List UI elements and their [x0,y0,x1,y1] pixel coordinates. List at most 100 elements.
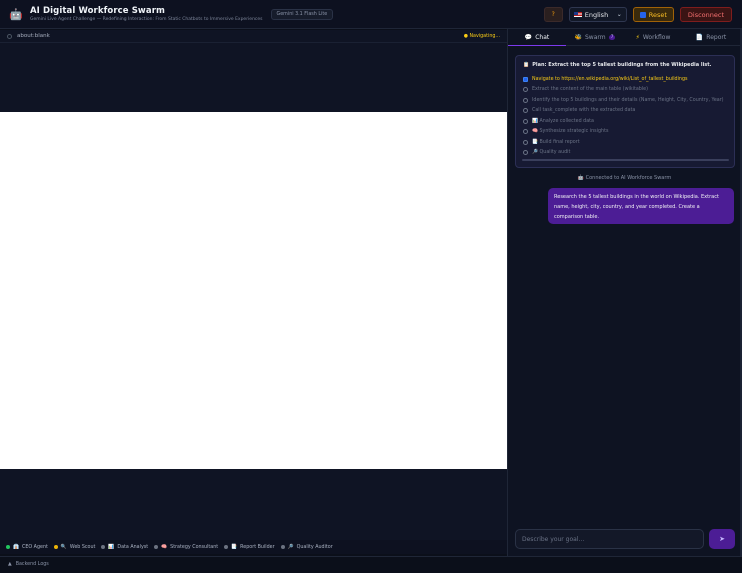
tab-report[interactable]: 📄 Report [682,29,740,45]
plan-step-text: Identify the top 5 buildings and their d… [532,97,724,103]
send-icon: ➤ [719,536,725,543]
app-title: AI Digital Workforce Swarm [30,6,165,16]
tab-workflow-label: Workflow [642,33,671,41]
plan-step: Identify the top 5 buildings and their d… [523,95,727,106]
backend-logs-label: Backend Logs [15,561,49,567]
help-button[interactable]: ? [543,7,563,22]
tab-report-label: Report [706,33,727,41]
plan-title: 📋 Plan: Extract the top 5 tallest buildi… [523,62,727,68]
plan-step: 🧠 Synthesize strategic insights [523,127,727,138]
reset-label: Reset [648,10,667,19]
plan-step: Call task_complete with the extracted da… [523,106,727,117]
agent-icon: 👔 [13,544,19,550]
browser-url: about:blank [17,33,50,39]
plan-step-text: 🧠 Synthesize strategic insights [532,129,609,135]
disconnect-button[interactable]: Disconnect [679,7,732,22]
status-dot-icon [224,545,229,549]
clipboard-icon: 📋 [523,62,530,68]
chat-input-row: ➤ [515,529,735,549]
plan-step: 📊 Analyze collected data [523,116,727,127]
pending-circle-icon [523,139,528,145]
browser-url-bar: about:blank ● Navigating... [0,30,507,43]
agent-label: Web Scout [69,544,96,550]
chevron-down-icon: ⌄ [616,11,622,18]
user-message: Research the 5 tallest buildings in the … [548,188,734,224]
language-value: English [584,10,609,19]
agent-label: Data Analyst [117,544,149,550]
pending-circle-icon [523,129,528,135]
app-header: 🤖 AI Digital Workforce Swarm Gemini Live… [0,0,742,29]
agent-status-item[interactable]: 👔 CEO Agent [6,545,48,550]
pending-circle-icon [523,108,528,114]
tab-chat-label: Chat [535,33,550,41]
globe-icon [7,33,12,39]
plan-step-text: 📑 Build final report [532,139,580,145]
pending-circle-icon [523,150,528,156]
caret-up-icon: ▲ [8,561,12,567]
connection-status-text: Connected to AI Workforce Swarm [585,175,672,181]
agents-status-bar: 👔 CEO Agent 🔍 Web Scout 📊 Data Analyst 🧠 Strate… [0,540,507,554]
reset-button[interactable]: Reset [632,7,674,22]
backend-logs-toggle[interactable]: ▲ Backend Logs [0,556,742,571]
agent-icon: 🧠 [161,544,168,550]
workflow-icon: ⚡ [635,33,640,41]
plan-step-text: Extract the content of the main table (w… [532,87,648,93]
panel-tabs: 💬 Chat 🐝 Swarm 7 ⚡ Workflow 📄 Report [508,29,740,46]
plan-title-text: Plan: Extract the top 5 tallest building… [532,62,712,68]
agent-status-item[interactable]: 🔍 Web Scout [53,544,96,550]
us-flag-icon [573,12,582,17]
agent-status-item[interactable]: 🔎 Quality Auditor [280,544,333,550]
status-dot-icon [280,545,285,549]
model-badge: Gemini 3.1 Flash Lite [270,8,334,20]
tab-swarm[interactable]: 🐝 Swarm 7 [566,29,624,45]
goal-input[interactable] [515,529,704,549]
active-step-icon [523,76,528,82]
plan-steps: Navigate to https://en.wikipedia.org/wik… [523,74,727,158]
chat-icon: 💬 [524,33,533,41]
language-select[interactable]: English ⌄ [568,7,627,22]
reset-icon [639,11,646,18]
agent-icon: 📑 [231,544,238,550]
connection-status: 🤖 Connected to AI Workforce Swarm [508,175,741,181]
send-button[interactable]: ➤ [709,529,735,549]
agent-icon: 🔍 [60,544,67,550]
status-dot-icon [154,545,159,549]
agent-icon: 📊 [108,544,115,550]
robot-icon: 🤖 [577,175,584,181]
tab-chat[interactable]: 💬 Chat [508,29,566,46]
plan-step: Extract the content of the main table (w… [523,85,727,96]
plan-step: 🔎 Quality audit [523,148,727,159]
app-subtitle: Gemini Live Agent Challenge — Redefining… [30,17,263,22]
plan-step: 📑 Build final report [523,137,727,148]
status-dot-icon [6,545,10,549]
tab-swarm-label: Swarm [585,33,606,41]
robot-logo-icon: 🤖 [9,7,23,21]
swarm-count-badge: 7 [608,34,616,40]
plan-step-text: Call task_complete with the extracted da… [532,108,636,114]
plan-step-text: Navigate to https://en.wikipedia.org/wik… [532,76,688,82]
status-dot-icon [53,545,58,549]
plan-scrollbar[interactable] [522,159,729,161]
agent-status-item[interactable]: 📊 Data Analyst [101,545,148,550]
report-icon: 📄 [695,33,704,41]
pending-circle-icon [523,118,528,124]
tab-workflow[interactable]: ⚡ Workflow [624,29,682,45]
agent-status-item[interactable]: 🧠 Strategy Consultant [154,545,218,550]
plan-card: 📋 Plan: Extract the top 5 tallest buildi… [515,55,735,168]
pending-circle-icon [523,87,528,93]
status-dot-icon [101,545,106,549]
side-panel: 💬 Chat 🐝 Swarm 7 ⚡ Workflow 📄 Report 📋 P… [507,29,740,556]
agent-label: Quality Auditor [296,544,333,550]
agent-label: CEO Agent [21,544,48,550]
plan-step-text: 📊 Analyze collected data [532,118,594,124]
agent-icon: 🔎 [287,544,294,550]
browser-viewport[interactable] [0,112,507,469]
agent-status-item[interactable]: 📑 Report Builder [224,544,275,550]
agent-label: Report Builder [240,544,275,550]
navigation-status: ● Navigating... [463,33,500,39]
agent-label: Strategy Consultant [170,544,219,550]
navigation-status-text: Navigating... [469,33,500,39]
plan-step: Navigate to https://en.wikipedia.org/wik… [523,74,727,85]
pending-circle-icon [523,97,528,103]
swarm-icon: 🐝 [574,33,582,41]
